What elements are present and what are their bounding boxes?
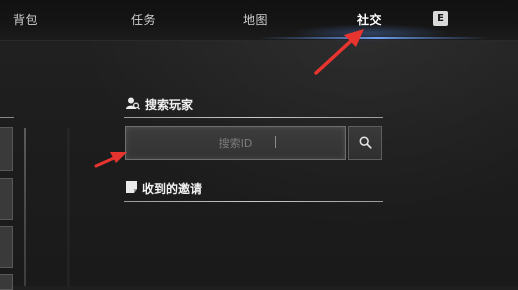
arrow-to-search-input [94,152,127,168]
arrow-to-social-tab [314,29,364,75]
annotation-arrows [94,29,364,168]
